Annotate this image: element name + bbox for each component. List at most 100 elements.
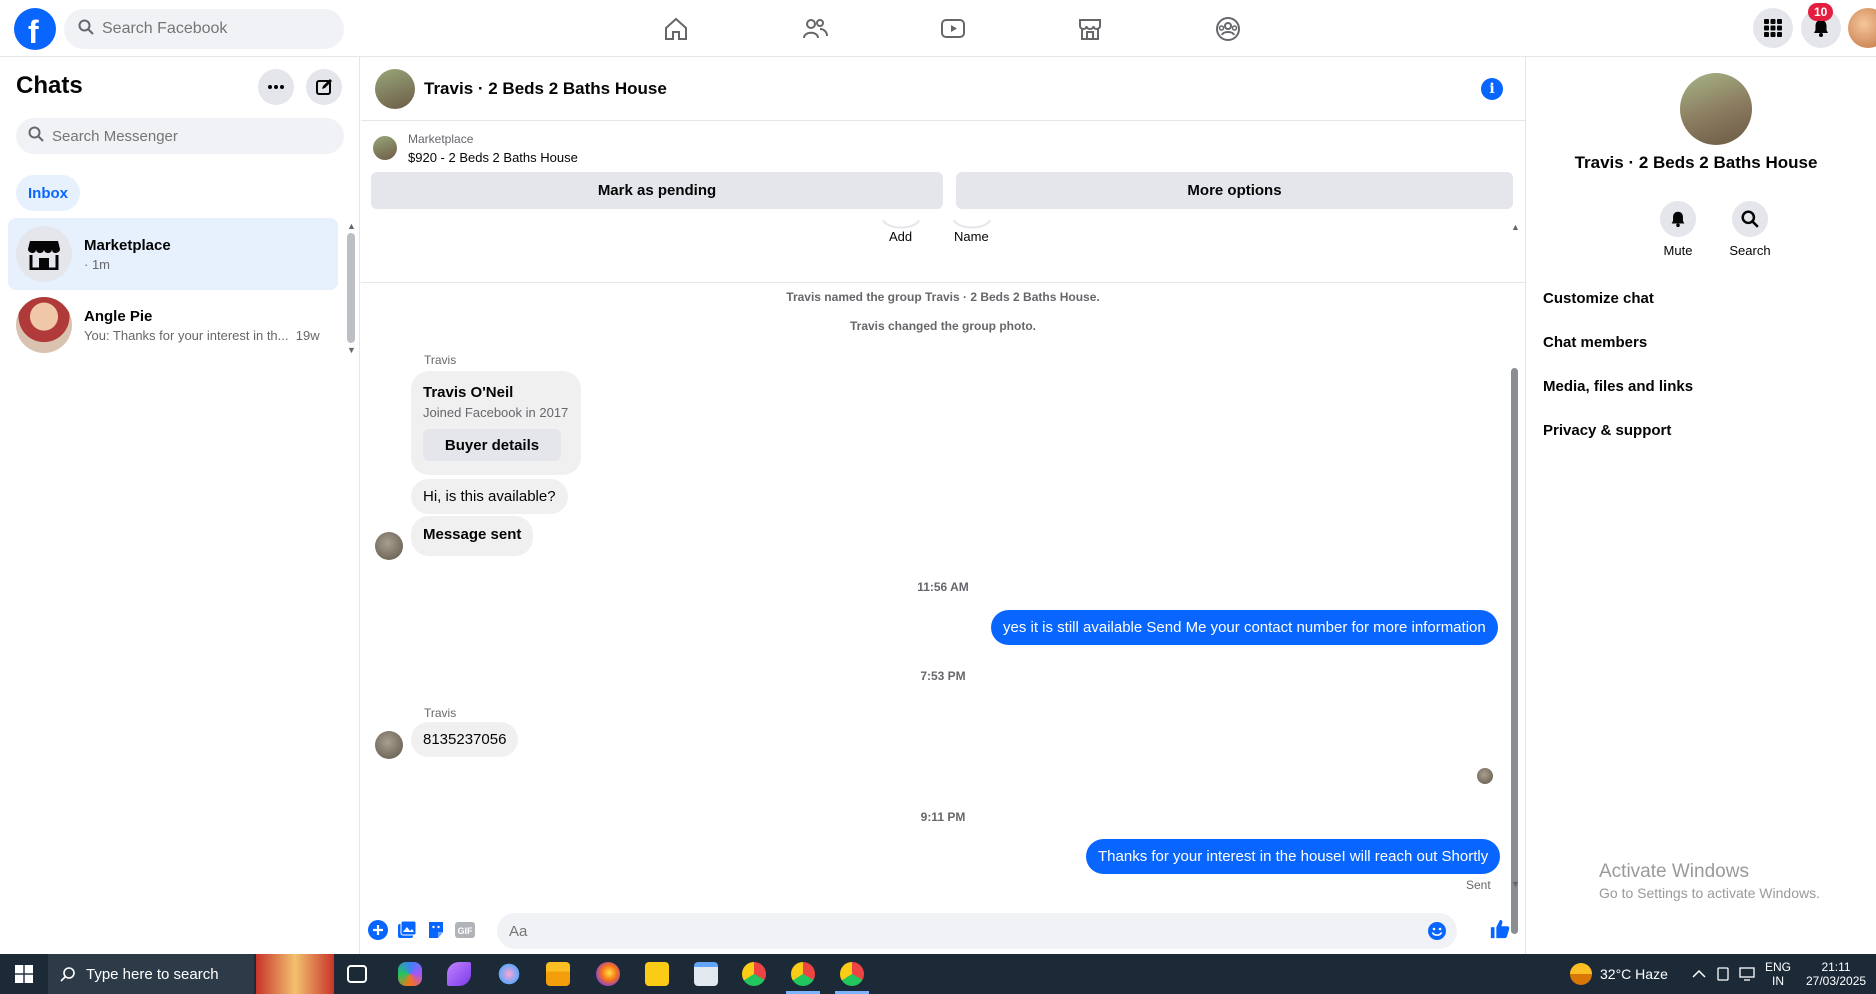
marketplace-listing-bar: Marketplace $920 - 2 Beds 2 Baths House …	[361, 122, 1525, 283]
feather-app-icon[interactable]	[447, 962, 471, 986]
media-files-links-item[interactable]: Media, files and links	[1543, 378, 1693, 395]
facebook-logo-icon[interactable]: f	[14, 8, 56, 50]
buyer-name: Travis O'Neil	[423, 384, 514, 401]
system-message: Travis changed the group photo.	[849, 319, 1036, 333]
file-explorer-icon[interactable]	[546, 962, 570, 986]
timestamp: 11:56 AM	[917, 580, 969, 594]
scroll-down-arrow[interactable]: ▼	[347, 345, 356, 355]
timestamp: 7:53 PM	[920, 669, 966, 683]
conversation-angle-pie[interactable]: Angle Pie You: Thanks for your interest …	[8, 289, 338, 361]
taskbar-search-box[interactable]: Type here to search	[48, 954, 254, 994]
chat-header: Travis · 2 Beds 2 Baths House i	[361, 57, 1525, 121]
details-title: Travis · 2 Beds 2 Baths House	[1574, 153, 1818, 172]
friends-icon[interactable]	[797, 12, 833, 46]
photo-icon[interactable]	[396, 919, 418, 941]
svg-text:f: f	[28, 14, 39, 50]
windows-start-icon[interactable]	[0, 954, 48, 994]
conversation-name: Angle Pie	[84, 307, 153, 325]
mute-button[interactable]: Mute	[1648, 201, 1708, 258]
messenger-search[interactable]	[16, 118, 344, 154]
message-input-box[interactable]	[497, 913, 1457, 949]
language-indicator[interactable]: ENG IN	[1765, 954, 1791, 994]
messenger-search-input[interactable]	[52, 127, 322, 145]
conversation-details-panel: Travis · 2 Beds 2 Baths House Mute Searc…	[1525, 57, 1876, 954]
bell-icon	[1660, 201, 1696, 237]
search-highlight-banner-icon[interactable]	[256, 954, 334, 994]
search-conversation-button[interactable]: Search	[1720, 201, 1780, 258]
sent-status: Sent	[1466, 878, 1491, 892]
add-member-label[interactable]: Add	[889, 229, 912, 244]
group-photo[interactable]	[1680, 73, 1752, 145]
outgoing-message[interactable]: Thanks for your interest in the houseI w…	[1086, 839, 1501, 874]
outgoing-message[interactable]: yes it is still available Send Me your c…	[991, 610, 1498, 645]
windows-taskbar: Type here to search 32°C Haze ENG IN 21:…	[0, 954, 1876, 994]
incoming-message[interactable]: Message sent	[411, 516, 534, 556]
conversation-name: Marketplace	[84, 236, 171, 254]
ellipsis-icon	[268, 85, 284, 89]
weather-widget[interactable]: 32°C Haze	[1570, 954, 1668, 994]
conversation-marketplace[interactable]: Marketplace · 1m	[8, 218, 338, 290]
mark-as-pending-button[interactable]: Mark as pending	[371, 172, 943, 209]
marketplace-icon[interactable]	[1072, 12, 1108, 46]
listing-title[interactable]: $920 - 2 Beds 2 Baths House	[408, 150, 578, 165]
scroll-down-arrow[interactable]: ▼	[1511, 879, 1520, 889]
taskbar-search-placeholder: Type here to search	[86, 965, 219, 983]
timestamp: 9:11 PM	[920, 810, 966, 824]
chrome-icon[interactable]	[742, 962, 766, 986]
device-icon[interactable]	[1716, 954, 1730, 994]
facebook-search-input[interactable]	[102, 20, 322, 38]
buyer-card: Travis O'Neil Joined Facebook in 2017 Bu…	[411, 371, 581, 475]
divider	[361, 282, 1525, 283]
gif-icon[interactable]: GIF	[454, 919, 476, 941]
incoming-message[interactable]: 8135237056	[411, 722, 519, 757]
plus-icon[interactable]	[367, 919, 389, 941]
conversation-info-icon[interactable]: i	[1481, 78, 1503, 100]
group-avatar[interactable]	[375, 69, 415, 109]
sender-avatar[interactable]	[375, 532, 403, 560]
chat-title[interactable]: Travis · 2 Beds 2 Baths House	[424, 79, 667, 99]
new-message-button[interactable]	[306, 69, 342, 105]
chat-members-item[interactable]: Chat members	[1543, 334, 1647, 351]
conversation-panel: Travis · 2 Beds 2 Baths House i Marketpl…	[361, 57, 1525, 954]
emoji-icon[interactable]	[1427, 921, 1447, 946]
chat-scrollbar[interactable]	[1511, 368, 1518, 934]
listing-thumbnail[interactable]	[373, 136, 397, 160]
buyer-details-button[interactable]: Buyer details	[423, 429, 561, 461]
name-group-label[interactable]: Name	[954, 229, 989, 244]
facebook-search[interactable]	[64, 9, 344, 49]
marketplace-store-icon	[16, 226, 72, 282]
system-clock[interactable]: 21:11 27/03/2025	[1806, 954, 1866, 994]
scroll-up-arrow[interactable]: ▲	[1511, 222, 1520, 232]
network-icon[interactable]	[1739, 954, 1757, 994]
video-icon[interactable]	[935, 12, 971, 46]
firefox-icon[interactable]	[596, 962, 620, 986]
home-icon[interactable]	[658, 12, 694, 46]
chrome-profile-icon[interactable]	[840, 962, 864, 986]
inbox-filter-tab[interactable]: Inbox	[16, 175, 80, 211]
conversation-preview: · 1m	[84, 256, 110, 272]
copilot-icon[interactable]	[398, 962, 422, 986]
sticker-icon[interactable]	[425, 919, 447, 941]
sender-avatar[interactable]	[375, 731, 403, 759]
task-view-icon[interactable]	[347, 965, 367, 983]
sticky-notes-icon[interactable]	[645, 962, 669, 986]
notepad-icon[interactable]	[694, 962, 718, 986]
more-options-button[interactable]: More options	[956, 172, 1513, 209]
paint-app-icon[interactable]	[497, 962, 521, 986]
message-input[interactable]	[509, 922, 1409, 940]
customize-chat-item[interactable]: Customize chat	[1543, 290, 1654, 307]
show-hidden-icons-chevron-icon[interactable]	[1692, 954, 1706, 994]
like-thumbs-up-icon[interactable]	[1489, 918, 1511, 940]
chrome-profile-icon[interactable]	[791, 962, 815, 986]
menu-grid-icon[interactable]	[1753, 8, 1793, 48]
groups-icon[interactable]	[1210, 12, 1246, 46]
mute-label: Mute	[1663, 243, 1693, 258]
privacy-support-item[interactable]: Privacy & support	[1543, 422, 1671, 439]
more-options-button[interactable]	[258, 69, 294, 105]
incoming-message[interactable]: Hi, is this available?	[411, 479, 568, 514]
search-label: Search	[1729, 243, 1771, 258]
scroll-up-arrow[interactable]: ▲	[347, 221, 356, 231]
profile-avatar[interactable]	[1848, 8, 1876, 48]
search-icon	[78, 19, 94, 40]
sidebar-scrollbar[interactable]	[347, 233, 355, 343]
